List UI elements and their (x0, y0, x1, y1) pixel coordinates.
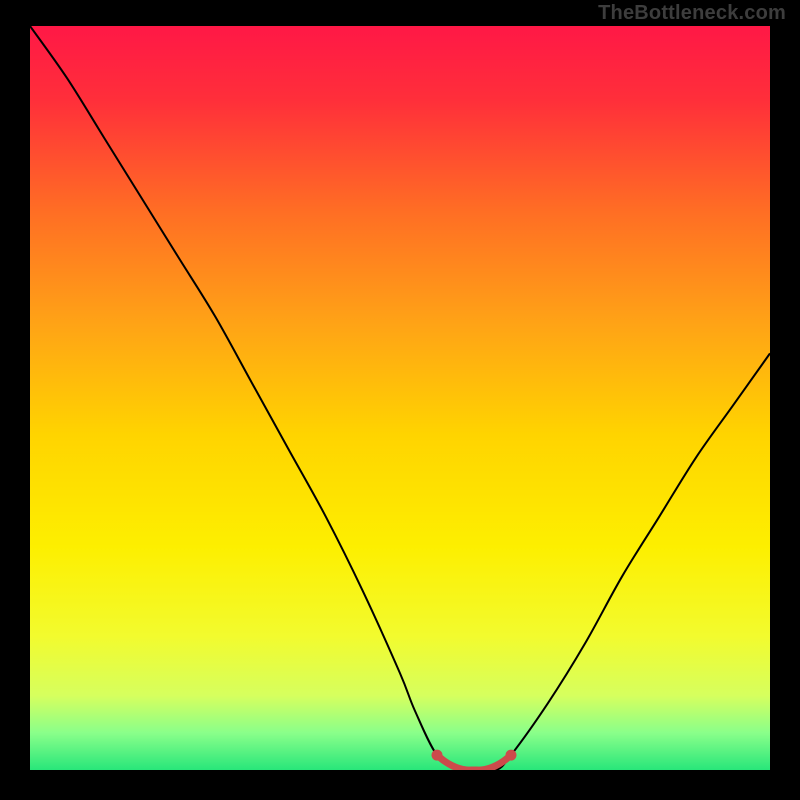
gradient-background (30, 26, 770, 770)
flat-zone-endpoint-right (506, 750, 517, 761)
chart-frame: TheBottleneck.com (0, 0, 800, 800)
chart-plot-area (30, 26, 770, 770)
chart-svg (30, 26, 770, 770)
flat-zone-endpoint-left (432, 750, 443, 761)
attribution-label: TheBottleneck.com (598, 2, 786, 25)
